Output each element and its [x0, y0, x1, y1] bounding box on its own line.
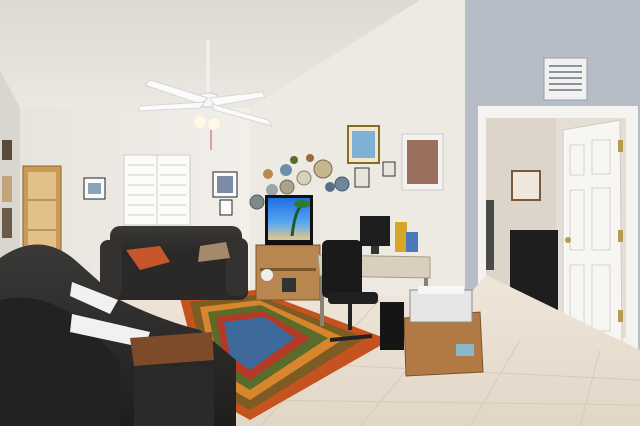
wood-armrest-table [130, 332, 214, 366]
tv-stand-with-tv [255, 195, 321, 301]
white-panel-door [562, 119, 623, 351]
window-shutters [123, 154, 191, 226]
hall-picture [511, 170, 541, 201]
left-wall-frames [2, 140, 12, 238]
wastebasket [380, 302, 404, 350]
printer [409, 289, 473, 323]
hvac-vent [543, 57, 588, 101]
door-knob-icon [565, 237, 571, 243]
leather-loveseat [100, 226, 248, 300]
monitor [360, 216, 390, 246]
room-photo [0, 0, 640, 426]
